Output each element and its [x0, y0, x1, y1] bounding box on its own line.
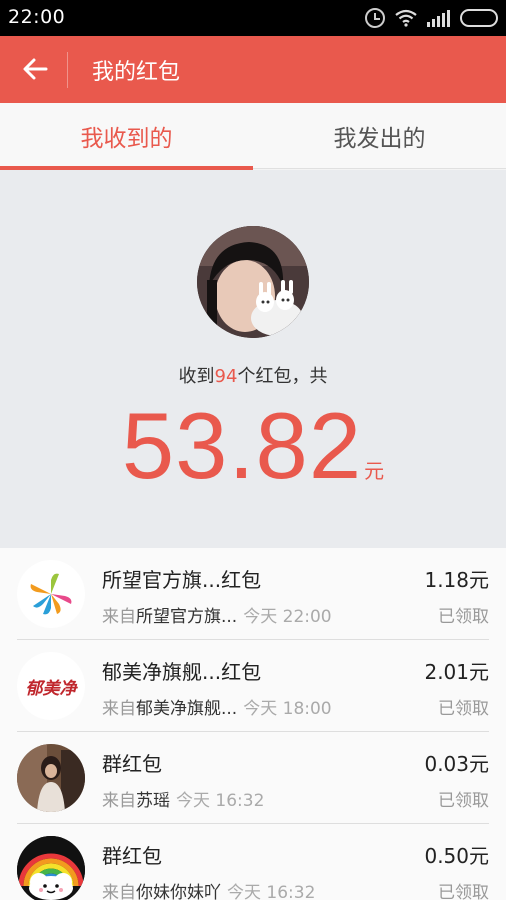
- shop-logo-text: 郁美净: [25, 678, 77, 699]
- total-amount-value: 53.82: [121, 393, 363, 498]
- packet-status: 已领取: [438, 883, 489, 900]
- packet-time: 今天 16:32: [176, 791, 265, 811]
- wifi-icon: [395, 9, 417, 27]
- shop-logo: 郁美净: [17, 652, 85, 720]
- pinwheel-logo-icon: [30, 573, 72, 615]
- packet-status: 已领取: [438, 607, 489, 627]
- packet-name: 群红包: [102, 844, 162, 868]
- status-time: 22:00: [8, 6, 66, 28]
- tab-bar: 我收到的 我发出的: [0, 103, 506, 170]
- list-item[interactable]: 郁美净 郁美净旗舰...红包 来自郁美净旗舰... 今天 18:00 2.01元 …: [0, 640, 506, 732]
- packet-source: 来自你妹你妹吖 今天 16:32: [102, 878, 315, 900]
- received-prefix: 收到: [178, 366, 215, 387]
- list-item[interactable]: 群红包 来自苏瑶 今天 16:32 0.03元 已领取: [0, 732, 506, 824]
- packet-name: 郁美净旗舰...红包: [102, 660, 262, 684]
- signal-icon: [427, 9, 450, 27]
- avatar-photo: [197, 226, 309, 338]
- packet-sender: 郁美净旗舰...: [136, 699, 238, 719]
- packet-sender: 所望官方旗...: [136, 607, 238, 627]
- packet-name: 群红包: [102, 752, 162, 776]
- packet-amount: 0.03元: [424, 752, 489, 776]
- packet-amount: 2.01元: [424, 660, 489, 684]
- app-header: 我的红包: [0, 36, 506, 103]
- packet-source: 来自所望官方旗... 今天 22:00: [102, 607, 332, 627]
- packet-time: 今天 16:32: [227, 883, 316, 900]
- packet-status: 已领取: [438, 791, 489, 811]
- packet-sender: 你妹你妹吖: [136, 883, 221, 900]
- status-icons: [365, 7, 498, 29]
- packet-time: 今天 18:00: [243, 699, 332, 719]
- list-item[interactable]: 所望官方旗...红包 来自所望官方旗... 今天 22:00 1.18元 已领取: [0, 548, 506, 640]
- user-avatar[interactable]: [197, 226, 309, 338]
- sender-avatar: [17, 744, 85, 812]
- packet-source: 来自郁美净旗舰... 今天 18:00: [102, 699, 332, 719]
- packet-source: 来自苏瑶 今天 16:32: [102, 791, 265, 811]
- packet-amount: 1.18元: [424, 568, 489, 592]
- received-summary: 收到94个红包，共: [0, 362, 506, 388]
- shop-logo: [17, 560, 85, 628]
- packet-amount: 0.50元: [424, 844, 489, 868]
- page-title: 我的红包: [92, 60, 181, 85]
- back-button[interactable]: [14, 48, 56, 90]
- sender-avatar: [17, 836, 85, 900]
- total-amount: 53.82 元: [0, 392, 506, 500]
- header-divider: [67, 52, 68, 88]
- list-item[interactable]: 群红包 来自你妹你妹吖 今天 16:32 0.50元 已领取: [0, 824, 506, 900]
- packet-name: 所望官方旗...红包: [102, 568, 262, 592]
- total-amount-unit: 元: [364, 459, 385, 483]
- red-packet-list: 所望官方旗...红包 来自所望官方旗... 今天 22:00 1.18元 已领取 …: [0, 548, 506, 900]
- summary-panel: 收到94个红包，共 53.82 元: [0, 170, 506, 548]
- back-arrow-icon: [23, 58, 48, 80]
- received-count: 94: [214, 366, 238, 387]
- sender-photo: [17, 744, 85, 812]
- tab-sent[interactable]: 我发出的: [253, 103, 506, 169]
- packet-status: 已领取: [438, 699, 489, 719]
- received-suffix: 个红包，共: [237, 366, 328, 387]
- packet-sender: 苏瑶: [136, 791, 170, 811]
- tab-received[interactable]: 我收到的: [0, 103, 253, 170]
- battery-icon: [460, 9, 498, 27]
- status-bar: 22:00: [0, 0, 506, 36]
- packet-time: 今天 22:00: [243, 607, 332, 627]
- rainbow-cloud-icon: [17, 836, 85, 900]
- alarm-icon: [365, 8, 385, 28]
